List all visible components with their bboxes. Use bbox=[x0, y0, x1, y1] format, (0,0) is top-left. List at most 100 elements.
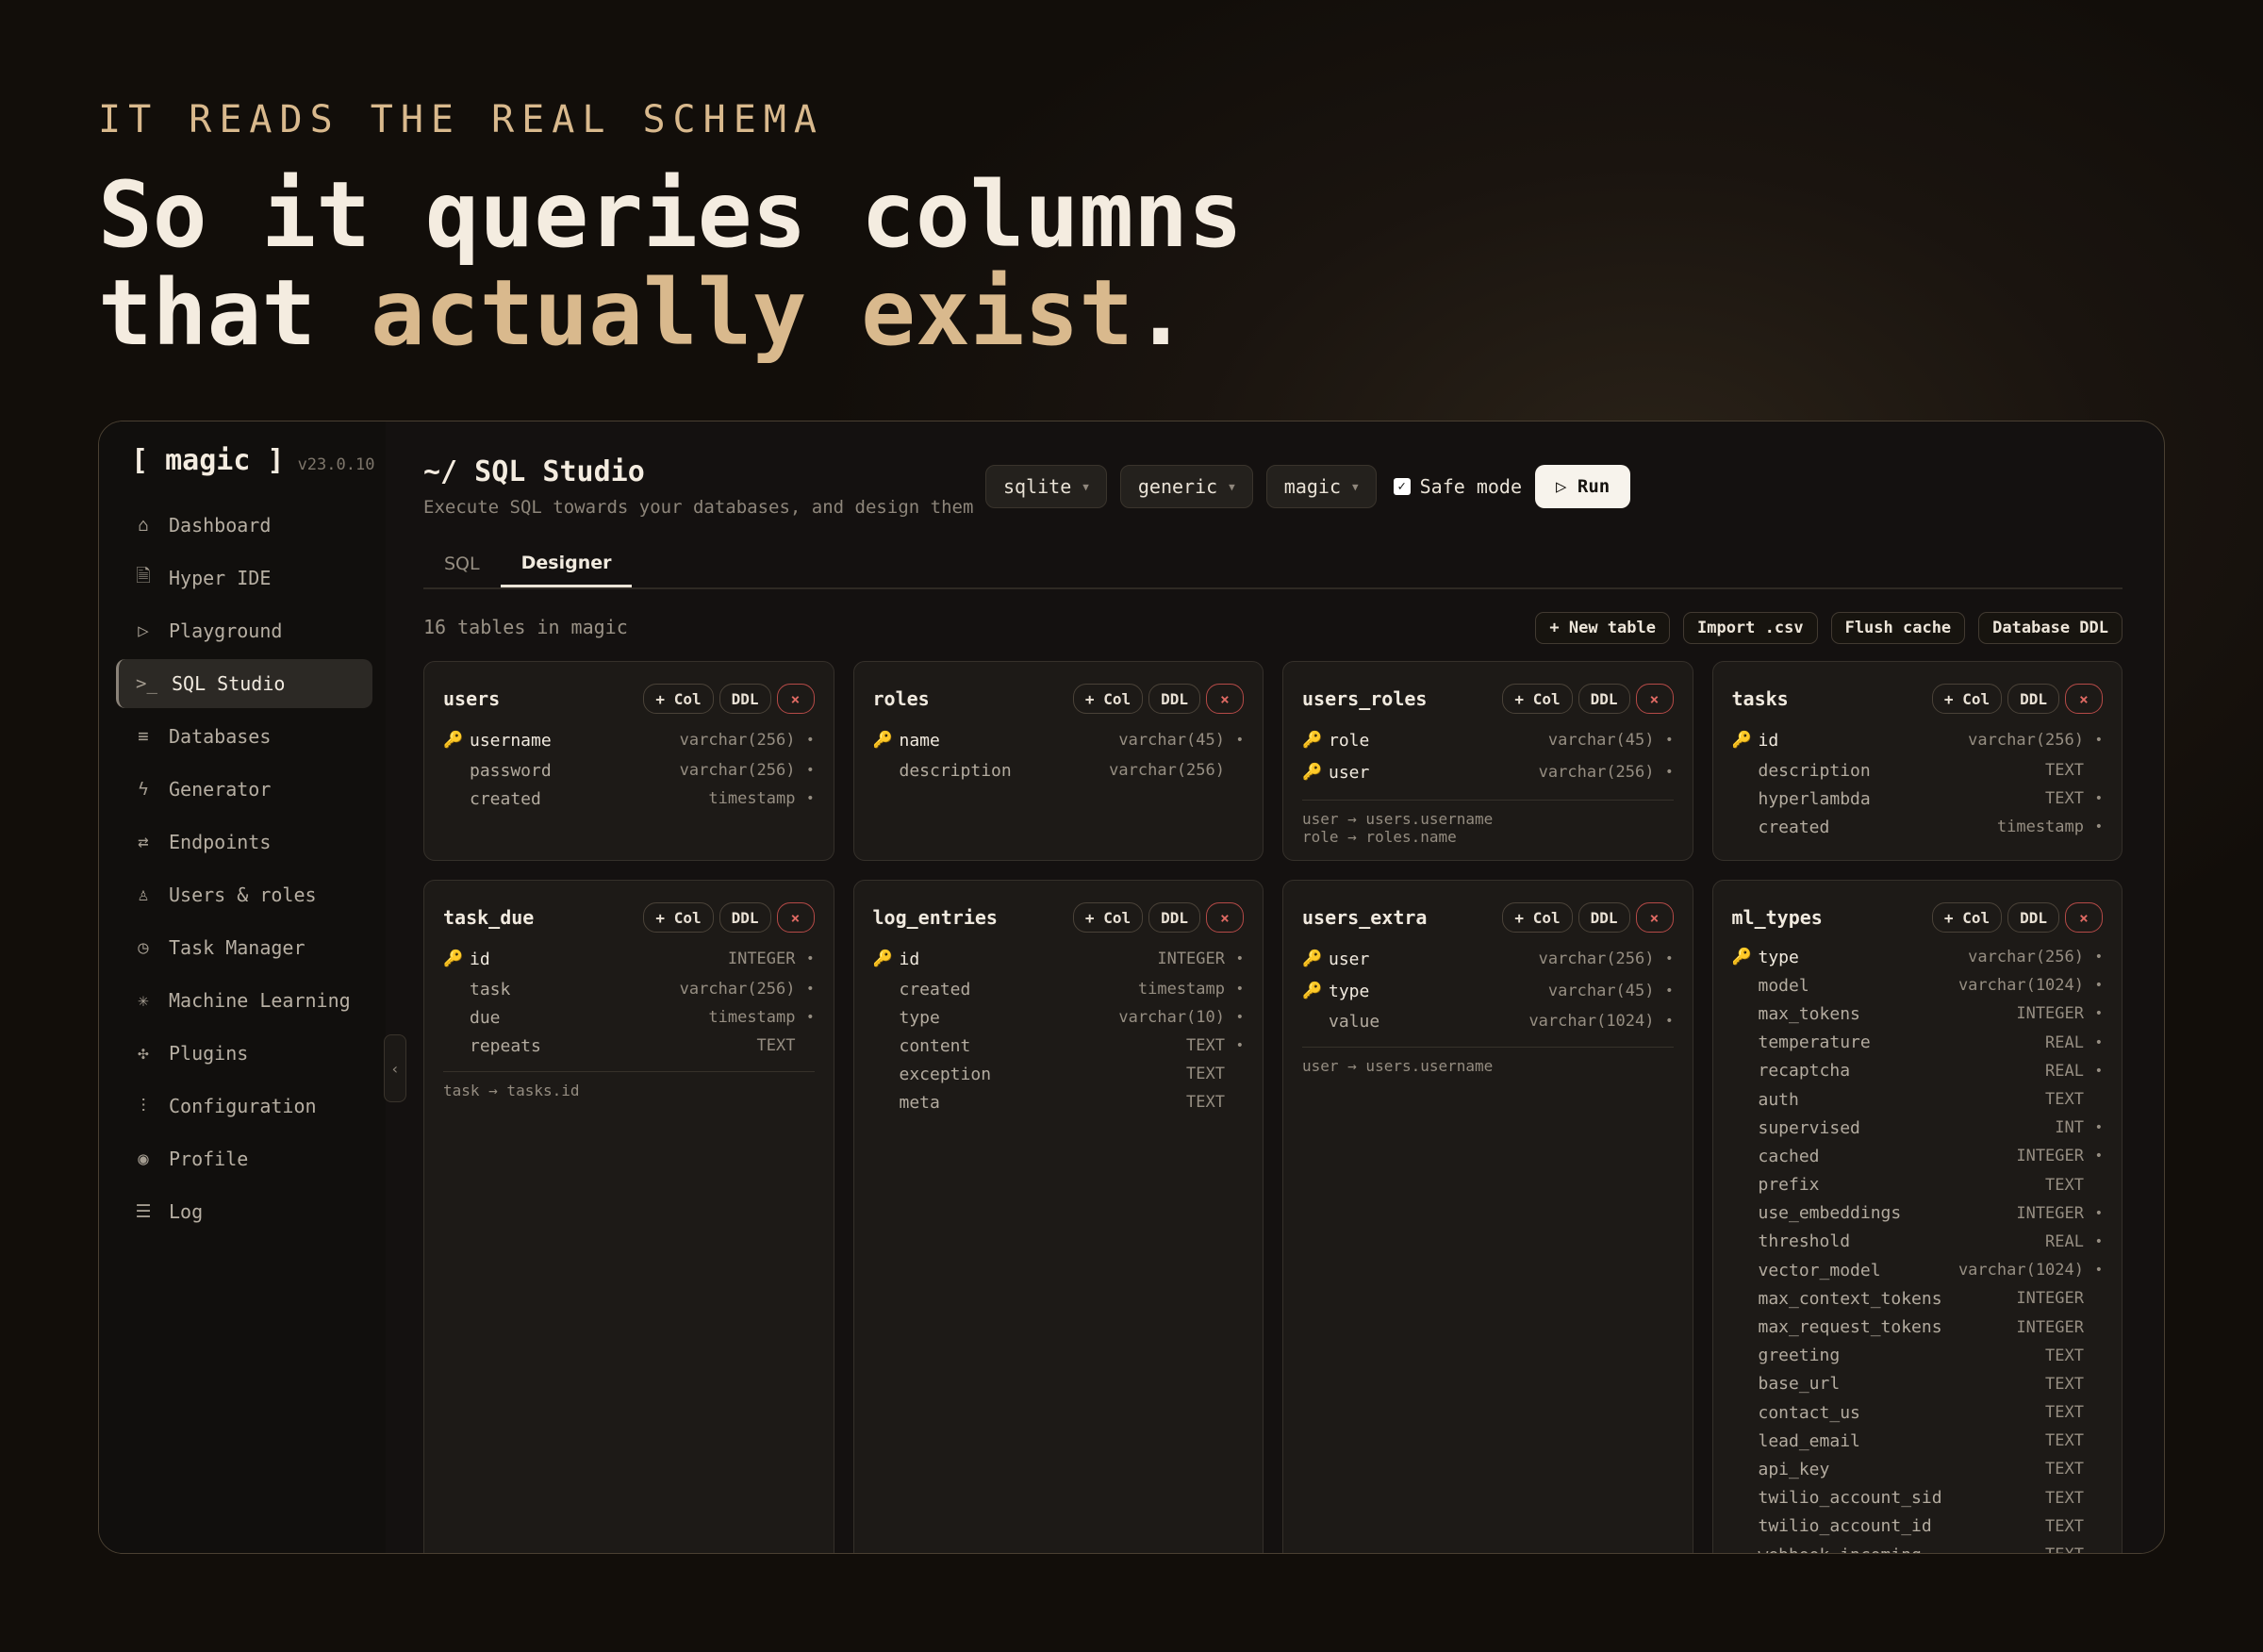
column-row[interactable]: password varchar(256) • bbox=[443, 756, 815, 785]
add-column-button[interactable]: + Col bbox=[1502, 902, 1573, 933]
column-row[interactable]: 🔑 id INTEGER • bbox=[873, 943, 1245, 975]
table-name[interactable]: roles bbox=[873, 687, 930, 710]
column-row[interactable]: prefix TEXT bbox=[1732, 1171, 2104, 1199]
table-name[interactable]: ml_types bbox=[1732, 906, 1823, 929]
table-ddl-button[interactable]: DDL bbox=[1148, 902, 1200, 933]
column-row[interactable]: contact_us TEXT bbox=[1732, 1398, 2104, 1427]
column-row[interactable]: 🔑 name varchar(45) • bbox=[873, 724, 1245, 756]
sidebar-item-configuration[interactable]: ⫶ Configuration bbox=[116, 1082, 372, 1131]
column-row[interactable]: auth TEXT bbox=[1732, 1085, 2104, 1114]
column-row[interactable]: type varchar(10) • bbox=[873, 1003, 1245, 1032]
column-row[interactable]: threshold REAL • bbox=[1732, 1228, 2104, 1256]
tab-designer[interactable]: Designer bbox=[500, 540, 633, 587]
column-row[interactable]: cached INTEGER • bbox=[1732, 1142, 2104, 1170]
sidebar-item-generator[interactable]: ϟ Generator bbox=[116, 765, 372, 814]
sidebar-item-dashboard[interactable]: ⌂ Dashboard bbox=[116, 501, 372, 550]
column-row[interactable]: content TEXT • bbox=[873, 1032, 1245, 1060]
column-row[interactable]: vector_model varchar(1024) • bbox=[1732, 1256, 2104, 1284]
column-row[interactable]: recaptcha REAL • bbox=[1732, 1057, 2104, 1085]
column-row[interactable]: task varchar(256) • bbox=[443, 975, 815, 1003]
column-row[interactable]: hyperlambda TEXT • bbox=[1732, 785, 2104, 813]
table-name[interactable]: users_roles bbox=[1302, 687, 1427, 710]
column-row[interactable]: webhook_incomingTEXT bbox=[1732, 1541, 2104, 1553]
run-button[interactable]: ▷ Run bbox=[1535, 465, 1631, 508]
table-name[interactable]: tasks bbox=[1732, 687, 1789, 710]
column-row[interactable]: model varchar(1024) • bbox=[1732, 971, 2104, 999]
column-row[interactable]: supervised INT • bbox=[1732, 1114, 2104, 1142]
column-row[interactable]: created timestamp • bbox=[443, 785, 815, 813]
column-row[interactable]: lead_email TEXT bbox=[1732, 1427, 2104, 1455]
delete-table-button[interactable]: × bbox=[1206, 684, 1244, 714]
brand[interactable]: [ magic ] v23.0.10 bbox=[131, 444, 374, 477]
table-name[interactable]: users_extra bbox=[1302, 906, 1427, 929]
column-row[interactable]: 🔑 user varchar(256) • bbox=[1302, 756, 1674, 788]
delete-table-button[interactable]: × bbox=[2065, 902, 2103, 933]
column-row[interactable]: 🔑 id INTEGER • bbox=[443, 943, 815, 975]
table-ddl-button[interactable]: DDL bbox=[1148, 684, 1200, 714]
column-row[interactable]: 🔑 id varchar(256) • bbox=[1732, 724, 2104, 756]
table-ddl-button[interactable]: DDL bbox=[2007, 684, 2059, 714]
column-row[interactable]: max_tokens INTEGER • bbox=[1732, 999, 2104, 1028]
add-column-button[interactable]: + Col bbox=[1931, 684, 2003, 714]
delete-table-button[interactable]: × bbox=[1206, 902, 1244, 933]
safe-mode-toggle[interactable]: ✓ Safe mode bbox=[1393, 475, 1522, 498]
sidebar-item-log[interactable]: ☰ Log bbox=[116, 1187, 372, 1236]
column-row[interactable]: max_request_tokens INTEGER bbox=[1732, 1313, 2104, 1341]
column-row[interactable]: created timestamp • bbox=[1732, 813, 2104, 841]
column-row[interactable]: description TEXT bbox=[1732, 756, 2104, 785]
table-name[interactable]: log_entries bbox=[873, 906, 998, 929]
table-ddl-button[interactable]: DDL bbox=[719, 684, 771, 714]
add-column-button[interactable]: + Col bbox=[643, 902, 714, 933]
column-row[interactable]: twilio_account_id TEXT bbox=[1732, 1512, 2104, 1541]
database-type-select[interactable]: sqlite ▼ bbox=[985, 465, 1107, 508]
column-row[interactable]: max_context_tokens INTEGER bbox=[1732, 1284, 2104, 1313]
column-row[interactable]: value varchar(1024) • bbox=[1302, 1007, 1674, 1035]
delete-table-button[interactable]: × bbox=[776, 684, 815, 714]
table-ddl-button[interactable]: DDL bbox=[2007, 902, 2059, 933]
tab-sql[interactable]: SQL bbox=[423, 540, 501, 587]
column-row[interactable]: repeats TEXT bbox=[443, 1032, 815, 1060]
sidebar-item-hyper-ide[interactable]: 🗎 Hyper IDE bbox=[116, 553, 372, 603]
column-row[interactable]: exception TEXT bbox=[873, 1060, 1245, 1088]
database-ddl-button[interactable]: Database DDL bbox=[1978, 612, 2123, 644]
add-column-button[interactable]: + Col bbox=[1072, 902, 1144, 933]
table-ddl-button[interactable]: DDL bbox=[719, 902, 771, 933]
column-row[interactable]: 🔑 type varchar(256) • bbox=[1732, 943, 2104, 971]
add-column-button[interactable]: + Col bbox=[1502, 684, 1573, 714]
table-name[interactable]: users bbox=[443, 687, 500, 710]
sidebar-item-databases[interactable]: ≡ Databases bbox=[116, 712, 372, 761]
new-table-button[interactable]: + New table bbox=[1535, 612, 1670, 644]
column-row[interactable]: 🔑 type varchar(45) • bbox=[1302, 975, 1674, 1007]
add-column-button[interactable]: + Col bbox=[643, 684, 714, 714]
safe-mode-checkbox[interactable]: ✓ bbox=[1393, 478, 1411, 495]
column-row[interactable]: due timestamp • bbox=[443, 1003, 815, 1032]
column-row[interactable]: created timestamp • bbox=[873, 975, 1245, 1003]
sidebar-item-sql-studio[interactable]: >_ SQL Studio bbox=[116, 659, 372, 708]
column-row[interactable]: 🔑 role varchar(45) • bbox=[1302, 724, 1674, 756]
column-row[interactable]: use_embeddings INTEGER • bbox=[1732, 1199, 2104, 1228]
column-row[interactable]: temperature REAL • bbox=[1732, 1029, 2104, 1057]
sidebar-item-machine-learning[interactable]: ✳ Machine Learning bbox=[116, 976, 372, 1025]
column-row[interactable]: description varchar(256) bbox=[873, 756, 1245, 785]
column-row[interactable]: greeting TEXT bbox=[1732, 1342, 2104, 1370]
sidebar-item-playground[interactable]: ▷ Playground bbox=[116, 606, 372, 655]
add-column-button[interactable]: + Col bbox=[1072, 684, 1144, 714]
sidebar-item-users-roles[interactable]: ♙ Users & roles bbox=[116, 870, 372, 919]
delete-table-button[interactable]: × bbox=[1635, 902, 1674, 933]
delete-table-button[interactable]: × bbox=[776, 902, 815, 933]
table-name[interactable]: task_due bbox=[443, 906, 534, 929]
table-ddl-button[interactable]: DDL bbox=[1577, 684, 1630, 714]
database-select[interactable]: magic ▼ bbox=[1265, 465, 1377, 508]
sidebar-item-profile[interactable]: ◉ Profile bbox=[116, 1134, 372, 1183]
sidebar-item-task-manager[interactable]: ◷ Task Manager bbox=[116, 923, 372, 972]
column-row[interactable]: base_url TEXT bbox=[1732, 1370, 2104, 1398]
flush-cache-button[interactable]: Flush cache bbox=[1830, 612, 1966, 644]
sidebar-item-plugins[interactable]: ✣ Plugins bbox=[116, 1029, 372, 1078]
column-row[interactable]: twilio_account_sid TEXT bbox=[1732, 1484, 2104, 1512]
delete-table-button[interactable]: × bbox=[2065, 684, 2103, 714]
import-csv-button[interactable]: Import .csv bbox=[1682, 612, 1818, 644]
column-row[interactable]: 🔑 user varchar(256) • bbox=[1302, 943, 1674, 975]
sidebar-item-endpoints[interactable]: ⇄ Endpoints bbox=[116, 818, 372, 867]
connection-string-select[interactable]: generic ▼ bbox=[1119, 465, 1253, 508]
column-row[interactable]: meta TEXT bbox=[873, 1088, 1245, 1116]
